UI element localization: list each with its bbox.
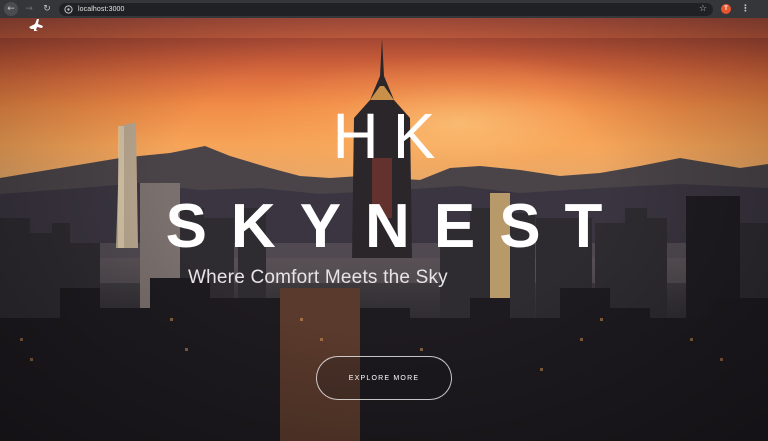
back-arrow-icon[interactable]: ← — [4, 2, 18, 16]
profile-avatar[interactable]: T — [721, 4, 731, 14]
browser-toolbar: ← → ↻ localhost:3000 ☆ T ⋮ — [0, 0, 768, 18]
site-info-icon[interactable] — [64, 4, 73, 14]
star-icon[interactable]: ☆ — [699, 4, 707, 14]
hero-title-line-2: SKYNEST — [165, 192, 627, 261]
url-text[interactable]: localhost:3000 — [78, 6, 125, 13]
forward-arrow-icon[interactable]: → — [22, 2, 36, 16]
airplane-icon[interactable] — [28, 18, 44, 32]
explore-more-button[interactable]: EXPLORE MORE — [316, 356, 452, 400]
hero-section: HK SKYNEST Where Comfort Meets the Sky E… — [0, 18, 768, 441]
hero-title-line-1: HK — [332, 100, 450, 172]
address-bar[interactable]: localhost:3000 ☆ — [59, 2, 713, 16]
more-menu-icon[interactable]: ⋮ — [741, 4, 750, 14]
reload-icon[interactable]: ↻ — [40, 2, 54, 16]
hero-tagline: Where Comfort Meets the Sky — [188, 267, 448, 288]
